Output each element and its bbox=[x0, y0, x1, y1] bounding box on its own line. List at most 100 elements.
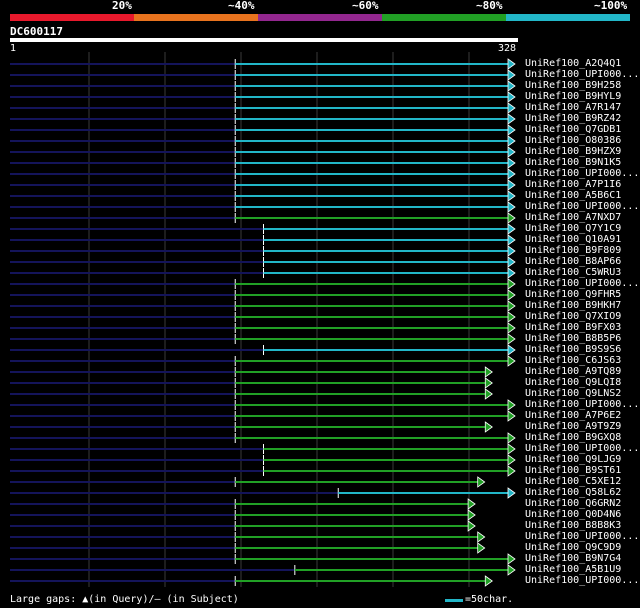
hit-label[interactable]: UniRef100_O80386 bbox=[525, 135, 621, 146]
hit-end-arrow bbox=[467, 509, 476, 521]
hit-end-arrow bbox=[477, 531, 486, 543]
hit-end-arrow bbox=[484, 421, 493, 433]
hit-end-arrow bbox=[507, 432, 516, 444]
hit-end-arrow bbox=[507, 553, 516, 565]
hit-row bbox=[10, 399, 516, 411]
hit-row bbox=[10, 432, 516, 444]
hit-label[interactable]: UniRef100_Q9LJG9 bbox=[525, 454, 621, 465]
hit-label[interactable]: UniRef100_A7P6E2 bbox=[525, 410, 621, 421]
hit-label[interactable]: UniRef100_B9HKH7 bbox=[525, 300, 621, 311]
hit-label[interactable]: UniRef100_Q9FHR5 bbox=[525, 289, 621, 300]
hit-label[interactable]: UniRef100_Q9LQI8 bbox=[525, 377, 621, 388]
hit-label[interactable]: UniRef100_UPI000... bbox=[525, 69, 639, 80]
hit-row bbox=[10, 157, 516, 169]
hit-label[interactable]: UniRef100_A7NXD7 bbox=[525, 212, 621, 223]
hit-row bbox=[10, 388, 493, 400]
hit-label[interactable]: UniRef100_C6JS63 bbox=[525, 355, 621, 366]
hit-label[interactable]: UniRef100_B9FX03 bbox=[525, 322, 621, 333]
hit-row bbox=[10, 333, 516, 345]
scale-text: =50char. bbox=[465, 594, 514, 605]
hit-end-arrow bbox=[484, 388, 493, 400]
hit-label[interactable]: UniRef100_Q7XIO9 bbox=[525, 311, 621, 322]
hit-row bbox=[10, 487, 516, 499]
hit-label[interactable]: UniRef100_A5B6C1 bbox=[525, 190, 621, 201]
hit-label[interactable]: UniRef100_B8B8K3 bbox=[525, 520, 621, 531]
hit-row bbox=[10, 146, 516, 158]
hit-row bbox=[10, 223, 516, 235]
hit-label[interactable]: UniRef100_B9F809 bbox=[525, 245, 621, 256]
hit-label[interactable]: UniRef100_A9TQ89 bbox=[525, 366, 621, 377]
hit-end-arrow bbox=[507, 135, 516, 147]
hit-label[interactable]: UniRef100_B9S9S6 bbox=[525, 344, 621, 355]
hit-label[interactable]: UniRef100_A2Q4Q1 bbox=[525, 58, 621, 69]
hit-end-arrow bbox=[477, 542, 486, 554]
hit-row bbox=[10, 509, 476, 521]
hit-label[interactable]: UniRef100_B8B5P6 bbox=[525, 333, 621, 344]
hit-row bbox=[10, 421, 493, 433]
hit-label[interactable]: UniRef100_B9RZ42 bbox=[525, 113, 621, 124]
hit-label[interactable]: UniRef100_B9N1K5 bbox=[525, 157, 621, 168]
hit-end-arrow bbox=[507, 564, 516, 576]
hit-row bbox=[10, 267, 516, 279]
hit-row bbox=[10, 300, 516, 312]
hit-end-arrow bbox=[507, 190, 516, 202]
hit-end-arrow bbox=[507, 201, 516, 213]
hit-row bbox=[10, 179, 516, 191]
hit-row bbox=[10, 135, 516, 147]
hit-label[interactable]: UniRef100_C5WRU3 bbox=[525, 267, 621, 278]
hit-end-arrow bbox=[507, 91, 516, 103]
hit-label[interactable]: UniRef100_B9HZX9 bbox=[525, 146, 621, 157]
hit-end-arrow bbox=[507, 245, 516, 257]
hit-label[interactable]: UniRef100_UPI000... bbox=[525, 443, 639, 454]
hit-label[interactable]: UniRef100_A7P1I6 bbox=[525, 179, 621, 190]
hit-label[interactable]: UniRef100_B9N7G4 bbox=[525, 553, 621, 564]
hit-label[interactable]: UniRef100_Q9LNS2 bbox=[525, 388, 621, 399]
hit-row bbox=[10, 234, 516, 246]
hit-label[interactable]: UniRef100_Q0D4N6 bbox=[525, 509, 621, 520]
hit-label[interactable]: UniRef100_B8AP66 bbox=[525, 256, 621, 267]
hit-label[interactable]: UniRef100_UPI000... bbox=[525, 201, 639, 212]
hit-label[interactable]: UniRef100_B9ST61 bbox=[525, 465, 621, 476]
hit-end-arrow bbox=[507, 289, 516, 301]
hit-end-arrow bbox=[507, 124, 516, 136]
hit-row bbox=[10, 289, 516, 301]
hit-label[interactable]: UniRef100_Q58L62 bbox=[525, 487, 621, 498]
hit-label[interactable]: UniRef100_Q7Y1C9 bbox=[525, 223, 621, 234]
hit-label[interactable]: UniRef100_UPI000... bbox=[525, 531, 639, 542]
hit-label[interactable]: UniRef100_UPI000... bbox=[525, 399, 639, 410]
hit-label[interactable]: UniRef100_Q6GRN2 bbox=[525, 498, 621, 509]
hit-row bbox=[10, 278, 516, 290]
hit-end-arrow bbox=[507, 80, 516, 92]
hit-row bbox=[10, 102, 516, 114]
hit-end-arrow bbox=[507, 443, 516, 455]
hit-label[interactable]: UniRef100_Q7GDB1 bbox=[525, 124, 621, 135]
hit-row bbox=[10, 113, 516, 125]
hit-label[interactable]: UniRef100_UPI000... bbox=[525, 278, 639, 289]
hit-end-arrow bbox=[507, 256, 516, 268]
hit-end-arrow bbox=[507, 311, 516, 323]
hit-end-arrow bbox=[507, 300, 516, 312]
hit-label[interactable]: UniRef100_A9T9Z9 bbox=[525, 421, 621, 432]
hit-row bbox=[10, 168, 516, 180]
hit-label[interactable]: UniRef100_UPI000... bbox=[525, 575, 639, 586]
hit-row bbox=[10, 410, 516, 422]
hit-label[interactable]: UniRef100_Q10A91 bbox=[525, 234, 621, 245]
hit-label[interactable]: UniRef100_Q9C9D9 bbox=[525, 542, 621, 553]
hit-label[interactable]: UniRef100_UPI000... bbox=[525, 168, 639, 179]
hit-label[interactable]: UniRef100_B9H258 bbox=[525, 80, 621, 91]
hit-end-arrow bbox=[507, 399, 516, 411]
hit-row bbox=[10, 58, 516, 70]
hit-label[interactable]: UniRef100_A7R147 bbox=[525, 102, 621, 113]
hit-row bbox=[10, 476, 486, 488]
hit-label[interactable]: UniRef100_A5B1U9 bbox=[525, 564, 621, 575]
hit-row bbox=[10, 245, 516, 257]
hit-end-arrow bbox=[484, 366, 493, 378]
large-gaps-note: Large gaps: ▲(in Query)/‒ (in Subject) bbox=[10, 594, 239, 605]
hit-label[interactable]: UniRef100_B9HYL9 bbox=[525, 91, 621, 102]
hit-row bbox=[10, 355, 516, 367]
hit-end-arrow bbox=[507, 410, 516, 422]
hit-row bbox=[10, 531, 486, 543]
hit-label[interactable]: UniRef100_B9GXQ8 bbox=[525, 432, 621, 443]
hit-label[interactable]: UniRef100_C5XE12 bbox=[525, 476, 621, 487]
hit-row bbox=[10, 564, 516, 576]
